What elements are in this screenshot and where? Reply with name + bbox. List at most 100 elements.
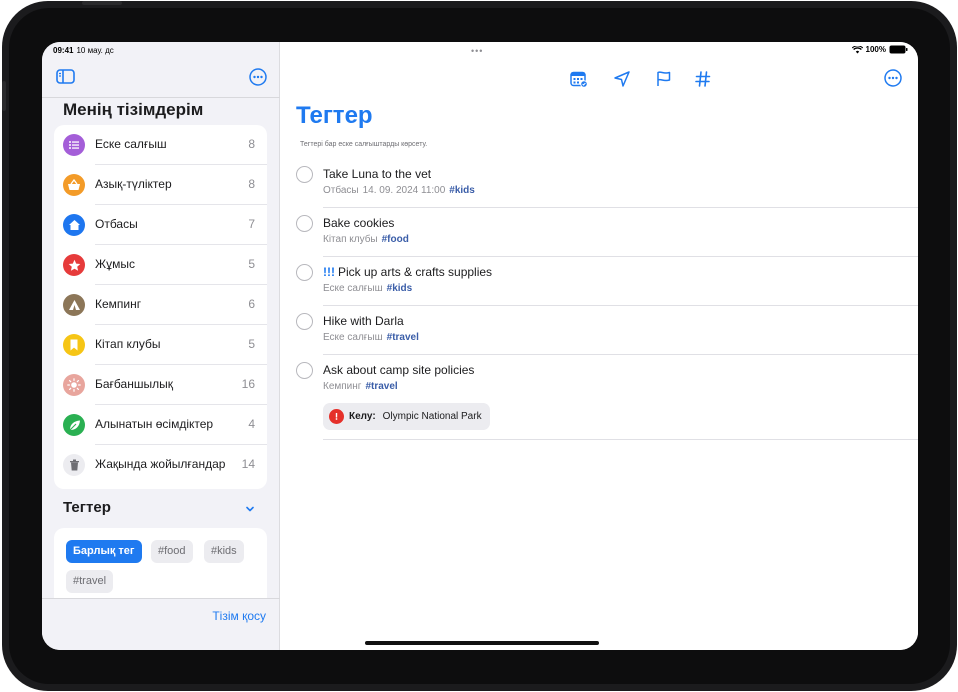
list-item-work[interactable]: Жұмыс 5: [54, 245, 267, 285]
list-count: 14: [241, 457, 255, 471]
wifi-icon: [851, 45, 863, 53]
divider: [323, 354, 918, 355]
list-item-plants[interactable]: Алынатын өсімдіктер 4: [54, 405, 267, 445]
reminder-meta: Кітап клубы #food: [323, 234, 409, 245]
list-label: Бағбаншылық: [95, 377, 173, 391]
multitasking-dots[interactable]: •••: [471, 46, 483, 56]
reminder-title[interactable]: Bake cookies: [323, 216, 394, 230]
list-label: Алынатын өсімдіктер: [95, 417, 214, 431]
chevron-down-icon[interactable]: [244, 503, 256, 515]
divider: [323, 439, 918, 440]
more-icon[interactable]: [884, 69, 902, 87]
basket-icon: [63, 174, 85, 196]
sidebar-toggle-icon[interactable]: [56, 69, 75, 84]
reminder-checkbox[interactable]: [296, 166, 313, 183]
reminder-row[interactable]: Bake cookies Кітап клубы #food: [296, 215, 918, 260]
list-count: 5: [248, 337, 255, 351]
reminder-date: 14. 09. 2024 11:00: [362, 185, 446, 196]
list-label: Отбасы: [95, 217, 138, 231]
list-count: 8: [248, 177, 255, 191]
tag-chip-kids[interactable]: #kids: [204, 540, 244, 563]
reminder-list: Кемпинг: [323, 381, 362, 392]
list-item-camping[interactable]: Кемпинг 6: [54, 285, 267, 325]
reminder-checkbox[interactable]: [296, 362, 313, 379]
divider: [323, 256, 918, 257]
divider: [42, 598, 280, 599]
divider: [323, 207, 918, 208]
reminder-checkbox[interactable]: [296, 313, 313, 330]
list-item-reminders[interactable]: Еске салғыш 8: [54, 125, 267, 165]
priority-marker: !!!: [323, 265, 335, 279]
tent-icon: [63, 294, 85, 316]
sun-icon: [63, 374, 85, 396]
tags-section-title: Тегтер: [63, 499, 111, 516]
status-right: 100%: [851, 45, 908, 54]
flag-icon[interactable]: [655, 70, 673, 88]
screen: 09:41 10 мау. дс Менің тізімдерім Еске са…: [42, 42, 918, 650]
reminder-list: Еске салғыш: [323, 283, 383, 294]
list-label: Жұмыс: [95, 257, 135, 271]
status-time: 09:41 10 мау. дс: [53, 46, 114, 55]
reminder-title[interactable]: Hike with Darla: [323, 314, 404, 328]
main-panel: ••• 100% Тегтер Тегтері бар еске салғышт: [281, 42, 918, 650]
list-count: 4: [248, 417, 255, 431]
reminder-checkbox[interactable]: [296, 264, 313, 281]
reminder-row[interactable]: Ask about camp site policies Кемпинг #tra…: [296, 362, 918, 442]
reminder-meta: Отбасы 14. 09. 2024 11:00 #kids: [323, 185, 475, 196]
tag-chip-all[interactable]: Барлық тег: [66, 540, 142, 563]
lists-card: Еске салғыш 8 Азық-түліктер 8 Отбасы 7 Ж…: [54, 125, 267, 489]
hashtag-icon[interactable]: [694, 70, 712, 88]
divider: [323, 305, 918, 306]
top-button: [82, 1, 122, 5]
reminder-checkbox[interactable]: [296, 215, 313, 232]
reminder-tag[interactable]: #food: [382, 234, 409, 245]
list-item-gardening[interactable]: Бағбаншылық 16: [54, 365, 267, 405]
tags-card: Барлық тег #food #kids #travel: [54, 528, 267, 598]
reminder-list: Еске салғыш: [323, 332, 383, 343]
my-lists-title: Менің тізімдерім: [63, 100, 204, 119]
reminder-meta: Кемпинг #travel: [323, 381, 398, 392]
location-icon[interactable]: [613, 70, 631, 88]
list-label: Азық-түліктер: [95, 177, 172, 191]
list-count: 6: [248, 297, 255, 311]
location-chip[interactable]: Келу: Olympic National Park: [323, 403, 490, 430]
reminder-title[interactable]: Ask about camp site policies: [323, 363, 474, 377]
sidebar: 09:41 10 мау. дс Менің тізімдерім Еске са…: [42, 42, 280, 650]
list-label: Кемпинг: [95, 297, 142, 311]
trash-icon: [63, 454, 85, 476]
reminder-list: Кітап клубы: [323, 234, 378, 245]
page-title: Тегтер: [296, 102, 373, 129]
reminder-meta: Еске салғыш #kids: [323, 283, 412, 294]
home-indicator[interactable]: [365, 641, 599, 645]
tag-chip-food[interactable]: #food: [151, 540, 193, 563]
list-label: Еске салғыш: [95, 137, 167, 151]
reminder-tag[interactable]: #travel: [387, 332, 419, 343]
list-count: 7: [248, 217, 255, 231]
reminder-title[interactable]: !!! Pick up arts & crafts supplies: [323, 265, 492, 279]
calendar-icon[interactable]: [570, 70, 588, 88]
volume-button: [2, 81, 6, 111]
list-label: Кітап клубы: [95, 337, 161, 351]
tag-chip-travel[interactable]: #travel: [66, 570, 114, 593]
list-item-family[interactable]: Отбасы 7: [54, 205, 267, 245]
battery-percent: 100%: [865, 45, 886, 54]
reminder-tag[interactable]: #kids: [449, 185, 475, 196]
list-item-book-club[interactable]: Кітап клубы 5: [54, 325, 267, 365]
list-item-groceries[interactable]: Азық-түліктер 8: [54, 165, 267, 205]
sidebar-more-icon[interactable]: [249, 68, 267, 86]
reminder-row[interactable]: Hike with Darla Еске салғыш #travel: [296, 313, 918, 358]
list-item-recently-deleted[interactable]: Жақында жойылғандар 14: [54, 445, 267, 485]
battery-icon: [889, 45, 908, 54]
reminder-tag[interactable]: #kids: [387, 283, 413, 294]
reminder-row[interactable]: !!! Pick up arts & crafts supplies Еске с…: [296, 264, 918, 309]
reminder-title[interactable]: Take Luna to the vet: [323, 167, 431, 181]
sidebar-divider: [42, 97, 280, 98]
reminder-tag[interactable]: #travel: [365, 381, 397, 392]
reminder-row[interactable]: Take Luna to the vet Отбасы 14. 09. 2024 …: [296, 166, 918, 211]
list-icon: [63, 134, 85, 156]
list-label: Жақында жойылғандар: [95, 457, 226, 471]
leaf-icon: [63, 414, 85, 436]
house-icon: [63, 214, 85, 236]
location-chip-label: Келу:: [349, 411, 376, 422]
add-list-button[interactable]: Тізім қосу: [212, 609, 266, 623]
